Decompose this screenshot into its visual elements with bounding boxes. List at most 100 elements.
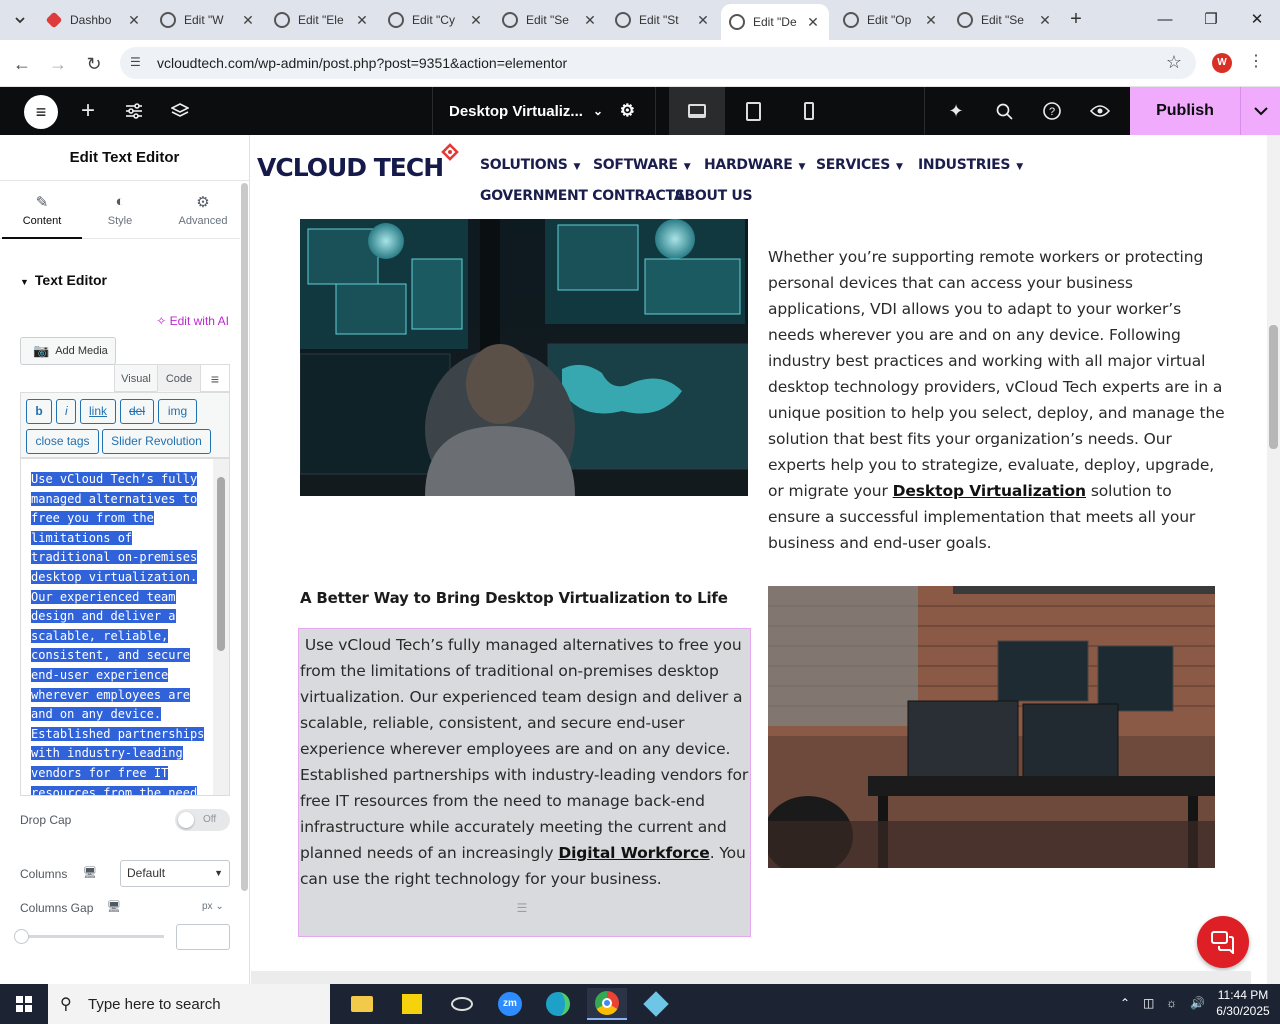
close-tab-icon[interactable]: ✕ — [582, 12, 598, 29]
code-tab[interactable]: Code — [157, 364, 201, 392]
tab-advanced[interactable]: ⚙ Advanced — [163, 181, 243, 239]
close-tab-icon[interactable]: ✕ — [1037, 12, 1053, 29]
unit-selector[interactable]: px ⌄ — [202, 901, 224, 912]
file-explorer-icon[interactable] — [342, 988, 382, 1020]
close-tab-icon[interactable]: ✕ — [695, 12, 711, 29]
bookmark-star-icon[interactable]: ☆ — [1166, 52, 1182, 73]
text-editor-section-toggle[interactable]: ▼ Text Editor — [20, 272, 107, 288]
link-quicktag-button[interactable]: link — [80, 399, 116, 424]
tab-content[interactable]: ✎ Content — [2, 181, 82, 239]
columns-gap-input[interactable] — [176, 924, 230, 950]
mobile-view-button[interactable] — [781, 87, 837, 135]
preview-eye-icon[interactable] — [1080, 87, 1120, 135]
structure-layers-icon[interactable] — [160, 87, 200, 135]
digital-workforce-link[interactable]: Digital Workforce — [558, 844, 709, 862]
visual-tab[interactable]: Visual — [114, 364, 158, 392]
site-settings-sliders-icon[interactable] — [114, 87, 154, 135]
del-quicktag-button[interactable]: del — [120, 399, 154, 424]
maximize-button[interactable]: ❐ — [1196, 8, 1226, 32]
page-settings-gear-icon[interactable]: ⚙ — [620, 101, 635, 121]
help-icon[interactable]: ? — [1032, 87, 1072, 135]
system-clock[interactable]: 11:44 PM 6/30/2025 — [1210, 987, 1276, 1019]
preview-scrollbar[interactable] — [1267, 135, 1280, 984]
browser-tab[interactable]: Dashbo ✕ — [38, 6, 150, 34]
browser-tab[interactable]: Edit "Op ✕ — [835, 6, 947, 34]
text-editor-textarea[interactable]: Use vCloud Tech’s fully managed alternati… — [20, 458, 230, 796]
slider-handle[interactable] — [14, 929, 29, 944]
menu-item-industries[interactable]: INDUSTRIES ▼ — [918, 157, 1023, 173]
toolbar-toggle-icon[interactable]: ≡ — [200, 364, 230, 392]
add-media-button[interactable]: 📷 Add Media — [20, 337, 116, 365]
menu-item-services[interactable]: SERVICES ▼ — [816, 157, 903, 173]
browser-tab[interactable]: Edit "Ele ✕ — [266, 6, 378, 34]
close-tab-icon[interactable]: ✕ — [923, 12, 939, 29]
menu-item-hardware[interactable]: HARDWARE ▼ — [704, 157, 805, 173]
slider-revolution-quicktag-button[interactable]: Slider Revolution — [102, 429, 211, 454]
browser-tab[interactable]: Edit "St ✕ — [607, 6, 719, 34]
menu-item-government-contracts[interactable]: GOVERNMENT CONTRACTS — [480, 188, 685, 204]
profile-avatar[interactable]: W — [1212, 53, 1232, 73]
tray-chevron-up-icon[interactable]: ⌃ — [1120, 996, 1130, 1010]
managed-alternatives-paragraph[interactable]: Use vCloud Tech’s fully managed alternat… — [300, 632, 752, 892]
bold-quicktag-button[interactable]: b — [26, 399, 52, 424]
snipping-tool-icon[interactable] — [442, 988, 482, 1020]
columns-select[interactable]: Default ▼ — [120, 860, 230, 887]
browser-tab[interactable]: Edit "W ✕ — [152, 6, 264, 34]
browser-tab[interactable]: Edit "Se ✕ — [494, 6, 606, 34]
zoom-icon[interactable]: zm — [490, 988, 530, 1020]
chrome-browser-icon[interactable] — [587, 988, 627, 1020]
desktop-virtualization-link[interactable]: Desktop Virtualization — [893, 482, 1086, 500]
panel-scrollbar[interactable] — [241, 183, 248, 891]
sticky-notes-icon[interactable] — [392, 988, 432, 1020]
tab-search-button[interactable] — [8, 8, 32, 32]
site-info-icon[interactable]: ☰ — [130, 55, 146, 71]
publish-button[interactable]: Publish — [1130, 87, 1240, 135]
close-tags-quicktag-button[interactable]: close tags — [26, 429, 99, 454]
menu-item-software[interactable]: SOFTWARE ▼ — [593, 157, 691, 173]
drag-handle-icon[interactable]: ☰ — [511, 901, 533, 915]
tab-style[interactable]: ◐ Style — [80, 181, 160, 239]
edge-browser-icon[interactable] — [538, 988, 578, 1020]
whats-new-megaphone-icon[interactable]: ✦ — [936, 87, 976, 135]
browser-menu-icon[interactable]: ⋮ — [1248, 51, 1264, 71]
tablet-view-button[interactable] — [725, 87, 781, 135]
close-tab-icon[interactable]: ✕ — [805, 14, 821, 31]
reload-button[interactable]: ↻ — [80, 50, 108, 78]
desktop-icon[interactable]: 🖥 — [83, 866, 97, 879]
scrollbar-thumb[interactable] — [1269, 325, 1278, 449]
drop-cap-toggle[interactable]: Off — [175, 809, 230, 831]
edit-with-ai-button[interactable]: ✧ Edit with AI — [156, 314, 229, 328]
browser-tab[interactable]: Edit "De ✕ — [721, 4, 829, 40]
start-button[interactable] — [0, 984, 48, 1024]
forward-button[interactable]: → — [44, 50, 72, 78]
close-tab-icon[interactable]: ✕ — [240, 12, 256, 29]
italic-quicktag-button[interactable]: i — [56, 399, 76, 424]
textarea-scrollbar[interactable] — [213, 459, 229, 795]
close-tab-icon[interactable]: ✕ — [126, 12, 142, 29]
minimize-button[interactable]: — — [1150, 8, 1180, 32]
new-tab-button[interactable]: + — [1064, 8, 1088, 32]
wifi-icon[interactable]: ☼ — [1166, 996, 1177, 1010]
close-tab-icon[interactable]: ✕ — [468, 12, 484, 29]
elementor-logo-icon[interactable]: ≡ — [24, 95, 58, 129]
volume-icon[interactable]: 🔊 — [1190, 996, 1205, 1010]
back-button[interactable]: ← — [8, 50, 36, 78]
publish-options-button[interactable] — [1240, 87, 1280, 135]
app-diamond-icon[interactable] — [636, 988, 676, 1020]
network-status-icon[interactable]: ◫ — [1143, 996, 1154, 1010]
omnibox[interactable]: ☰ vcloudtech.com/wp-admin/post.php?post=… — [120, 47, 1196, 79]
document-title-dropdown[interactable]: Desktop Virtualiz... ⌄ ⚙ — [432, 87, 656, 135]
taskbar-search-box[interactable]: ⚲ Type here to search — [48, 984, 330, 1024]
menu-item-solutions[interactable]: SOLUTIONS ▼ — [480, 157, 580, 173]
browser-tab[interactable]: Edit "Se ✕ — [949, 6, 1061, 34]
menu-item-about-us[interactable]: ABOUT US — [674, 188, 753, 204]
close-window-button[interactable]: ✕ — [1242, 8, 1272, 32]
url-text[interactable]: vcloudtech.com/wp-admin/post.php?post=93… — [157, 55, 567, 71]
close-tab-icon[interactable]: ✕ — [354, 12, 370, 29]
img-quicktag-button[interactable]: img — [158, 399, 197, 424]
vcloud-tech-logo[interactable]: VCLOUD TECH — [257, 143, 462, 183]
search-icon[interactable] — [984, 87, 1024, 135]
browser-tab[interactable]: Edit "Cy ✕ — [380, 6, 492, 34]
chat-widget-button[interactable] — [1197, 916, 1249, 968]
desktop-view-button[interactable] — [669, 87, 725, 135]
